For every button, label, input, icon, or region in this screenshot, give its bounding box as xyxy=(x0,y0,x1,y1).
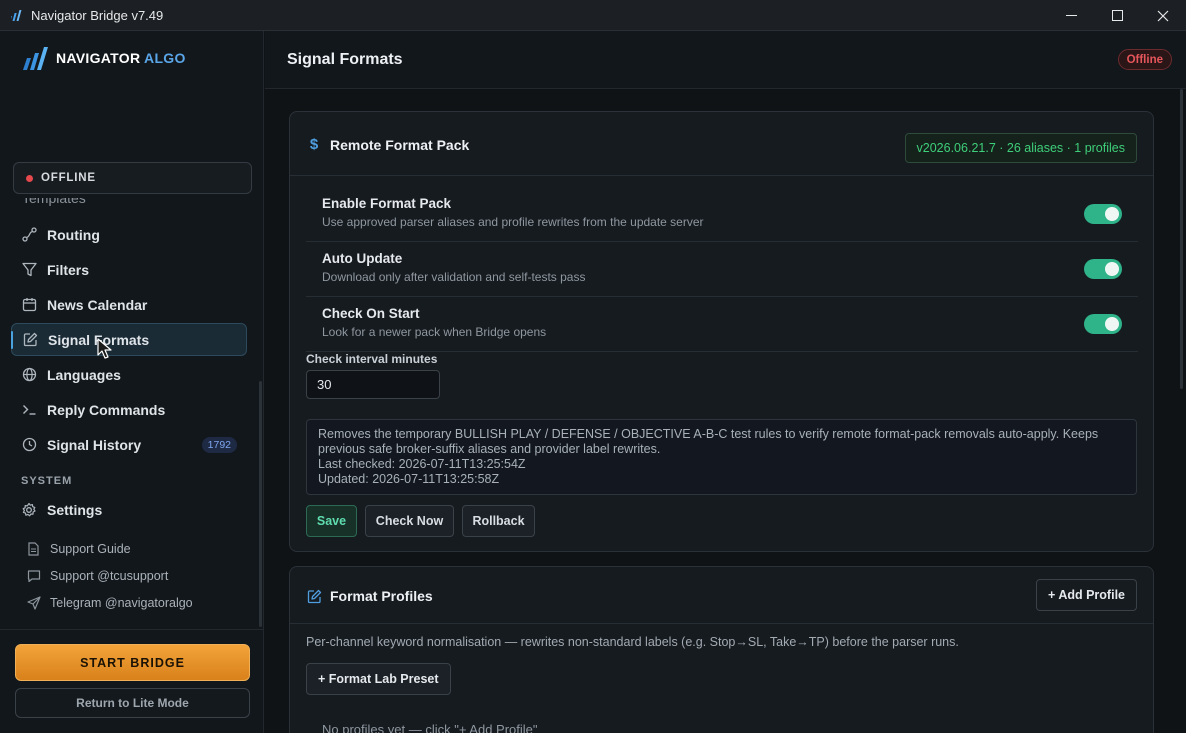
window-title: Navigator Bridge v7.49 xyxy=(31,7,164,23)
toggle-title: Auto Update xyxy=(322,251,403,266)
maximize-icon xyxy=(1111,10,1123,21)
format-lab-preset-button[interactable]: + Format Lab Preset xyxy=(306,663,451,695)
sidebar-item-signal-formats[interactable]: Signal Formats xyxy=(11,323,247,356)
page-header: Signal Formats Offline xyxy=(265,31,1186,89)
sidebar-item-clipped[interactable]: Templates xyxy=(22,198,122,206)
filter-icon xyxy=(21,262,37,278)
sidebar-item-settings[interactable]: Settings xyxy=(11,493,247,526)
auto-update-toggle[interactable] xyxy=(1084,259,1122,279)
scrollbar-thumb[interactable] xyxy=(1180,89,1183,389)
brand-logo-icon xyxy=(23,47,48,70)
card-header: Format Profiles + Add Profile xyxy=(290,567,1153,624)
mouse-cursor-icon xyxy=(97,338,112,359)
toggle-title: Check On Start xyxy=(322,306,420,321)
enable-format-pack-row: Enable Format Pack Use approved parser a… xyxy=(306,187,1138,242)
auto-update-row: Auto Update Download only after validati… xyxy=(306,242,1138,297)
document-icon xyxy=(27,542,41,556)
section-label-system: SYSTEM xyxy=(21,475,73,487)
sidebar-item-label: Reply Commands xyxy=(47,401,166,418)
toggle-description: Download only after validation and self-… xyxy=(322,270,586,284)
support-telegram-label: Support @tcusupport xyxy=(50,569,169,583)
connection-status-label: OFFLINE xyxy=(41,172,96,184)
terminal-icon xyxy=(21,402,37,418)
card-title: Remote Format Pack xyxy=(330,137,470,153)
sidebar-item-routing[interactable]: Routing xyxy=(11,218,247,251)
remote-format-pack-card: $ Remote Format Pack v2026.06.21.7 · 26 … xyxy=(289,111,1154,552)
check-on-start-toggle[interactable] xyxy=(1084,314,1122,334)
support-guide-label: Support Guide xyxy=(50,542,131,556)
format-profiles-card: Format Profiles + Add Profile Per-channe… xyxy=(289,566,1154,733)
sidebar-scrollbar[interactable] xyxy=(259,381,262,627)
check-now-button[interactable]: Check Now xyxy=(365,505,454,537)
title-bar: Navigator Bridge v7.49 xyxy=(0,0,1186,31)
sidebar-item-signal-history[interactable]: Signal History 1792 xyxy=(11,428,247,461)
main-scrollbar[interactable] xyxy=(1180,89,1183,733)
support-guide-link[interactable]: Support Guide xyxy=(27,540,131,558)
updated-text: Updated: 2026-07-11T13:25:58Z xyxy=(318,472,500,486)
support-telegram-link[interactable]: Support @tcusupport xyxy=(27,567,168,585)
toggle-description: Look for a newer pack when Bridge opens xyxy=(322,325,547,339)
close-button[interactable] xyxy=(1140,0,1186,31)
edit-icon xyxy=(306,588,322,604)
sidebar-item-label: Routing xyxy=(47,226,100,243)
check-on-start-row: Check On Start Look for a newer pack whe… xyxy=(306,297,1138,352)
signal-history-count-badge: 1792 xyxy=(201,437,237,453)
sidebar-item-label: Languages xyxy=(47,366,121,383)
enable-format-pack-toggle[interactable] xyxy=(1084,204,1122,224)
format-pack-notes: Removes the temporary BULLISH PLAY / DEF… xyxy=(306,419,1137,495)
status-badge: Offline xyxy=(1117,49,1172,70)
toggle-title: Enable Format Pack xyxy=(322,196,452,211)
format-pack-version-tag: v2026.06.21.7 · 26 aliases · 1 profiles xyxy=(904,133,1137,163)
return-lite-mode-button[interactable]: Return to Lite Mode xyxy=(15,688,250,718)
check-interval-input[interactable] xyxy=(306,370,440,399)
sidebar-item-label: Signal History xyxy=(47,436,142,453)
brand-logo: NAVIGATOR ALGO xyxy=(22,46,186,70)
rollback-button[interactable]: Rollback xyxy=(462,505,535,537)
gear-icon xyxy=(21,502,37,518)
sidebar-item-news-calendar[interactable]: News Calendar xyxy=(11,288,247,321)
sidebar-item-label: Filters xyxy=(47,261,90,278)
app-logo-icon xyxy=(11,10,22,21)
card-header: $ Remote Format Pack v2026.06.21.7 · 26 … xyxy=(290,112,1153,176)
toggle-description: Use approved parser aliases and profile … xyxy=(322,215,704,229)
calendar-icon xyxy=(21,297,37,313)
chat-icon xyxy=(27,569,41,583)
format-profiles-description: Per-channel keyword normalisation — rewr… xyxy=(306,635,959,649)
sidebar: NAVIGATOR ALGO OFFLINE Templates Routing… xyxy=(0,31,264,733)
save-button[interactable]: Save xyxy=(306,505,357,537)
notes-description: Removes the temporary BULLISH PLAY / DEF… xyxy=(318,427,1099,456)
sidebar-item-label: Settings xyxy=(47,501,103,518)
sidebar-item-languages[interactable]: Languages xyxy=(11,358,247,391)
add-profile-button[interactable]: + Add Profile xyxy=(1036,579,1137,611)
last-checked-text: Last checked: 2026-07-11T13:25:54Z xyxy=(318,457,526,471)
maximize-button[interactable] xyxy=(1094,0,1140,31)
page-title: Signal Formats xyxy=(287,51,403,68)
routing-icon xyxy=(21,227,37,243)
close-icon xyxy=(1157,10,1169,21)
dollar-icon: $ xyxy=(309,135,319,153)
brand-accent: ALGO xyxy=(144,50,186,66)
main-content: Signal Formats Offline $ Remote Format P… xyxy=(265,31,1186,733)
telegram-channel-link[interactable]: Telegram @navigatoralgo xyxy=(27,594,193,612)
sidebar-item-label: News Calendar xyxy=(47,296,148,313)
check-interval-label: Check interval minutes xyxy=(306,352,438,366)
sidebar-item-reply-commands[interactable]: Reply Commands xyxy=(11,393,247,426)
edit-icon xyxy=(22,332,38,348)
minimize-button[interactable] xyxy=(1048,0,1094,31)
sidebar-item-filters[interactable]: Filters xyxy=(11,253,247,286)
send-icon xyxy=(27,596,41,610)
start-bridge-button[interactable]: START BRIDGE xyxy=(15,644,250,681)
minimize-icon xyxy=(1065,15,1077,16)
brand-name: NAVIGATOR xyxy=(56,50,141,66)
clock-icon xyxy=(21,437,37,453)
globe-icon xyxy=(21,367,37,383)
connection-status: OFFLINE xyxy=(13,162,252,194)
status-dot-icon xyxy=(26,174,33,182)
card-title: Format Profiles xyxy=(330,588,433,604)
empty-profiles-text: No profiles yet — click "+ Add Profile" xyxy=(322,722,538,733)
sidebar-divider xyxy=(0,629,264,630)
telegram-channel-label: Telegram @navigatoralgo xyxy=(50,596,193,610)
